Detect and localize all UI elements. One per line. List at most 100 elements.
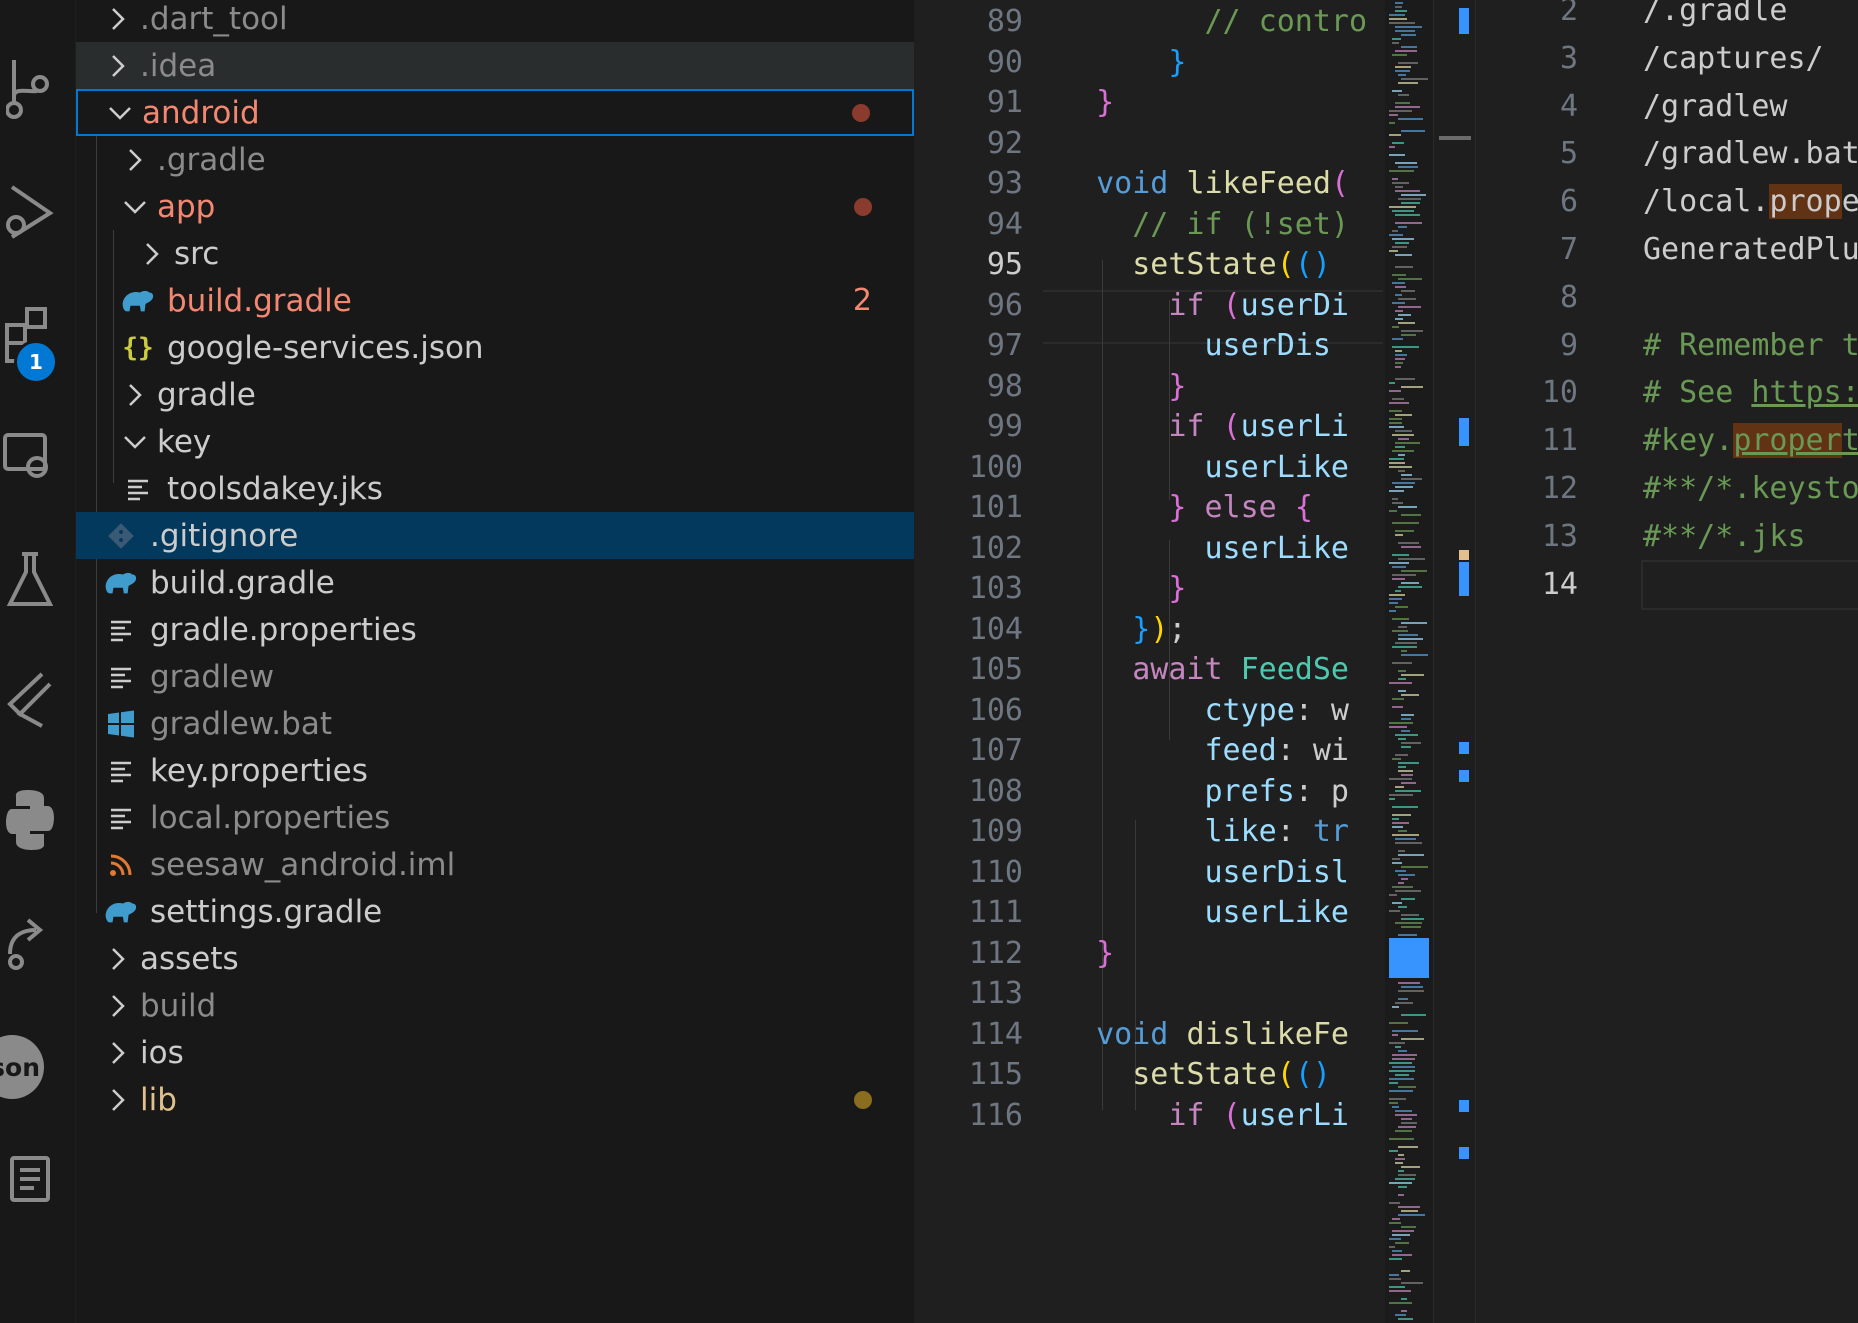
file-item[interactable]: key.properties bbox=[76, 747, 914, 794]
chevron-right-icon[interactable] bbox=[104, 53, 132, 79]
folder-item[interactable]: .dart_tool bbox=[76, 0, 914, 42]
file-item[interactable]: settings.gradle bbox=[76, 888, 914, 935]
chevron-right-icon[interactable] bbox=[104, 946, 132, 972]
minimap-line bbox=[1392, 450, 1414, 452]
folder-item[interactable]: assets bbox=[76, 935, 914, 982]
testing-icon[interactable] bbox=[0, 545, 60, 615]
chevron-right-icon[interactable] bbox=[104, 993, 132, 1019]
chevron-right-icon[interactable] bbox=[104, 1040, 132, 1066]
minimap-line bbox=[1401, 774, 1413, 776]
minimap-line bbox=[1389, 110, 1412, 112]
minimap-line bbox=[1398, 762, 1419, 764]
minimap-line bbox=[1395, 606, 1408, 608]
file-item[interactable]: seesaw_android.iml bbox=[76, 841, 914, 888]
code-token: : w bbox=[1294, 692, 1349, 728]
folder-item[interactable]: app bbox=[76, 183, 914, 230]
flutter-icon[interactable] bbox=[0, 665, 60, 735]
line-number: 8 bbox=[1559, 279, 1578, 315]
minimap-line bbox=[1398, 1086, 1416, 1088]
folder-item[interactable]: ios bbox=[76, 1029, 914, 1076]
tree-item-label: .dart_tool bbox=[140, 0, 288, 37]
remote-explorer-icon[interactable] bbox=[0, 420, 60, 490]
minimap-line bbox=[1398, 770, 1413, 772]
file-item[interactable]: build.gradle 2 bbox=[76, 277, 914, 324]
source-control-icon[interactable] bbox=[0, 55, 60, 125]
code-token: void bbox=[1060, 166, 1187, 201]
minimap-line bbox=[1389, 1098, 1406, 1100]
scrollbar-thumb[interactable] bbox=[1439, 136, 1471, 140]
code-token: await bbox=[1132, 652, 1241, 687]
code-token: userDis bbox=[1204, 328, 1331, 363]
minimap-line bbox=[1392, 834, 1419, 836]
chevron-right-icon[interactable] bbox=[121, 147, 149, 173]
minimap-line bbox=[1401, 582, 1419, 584]
minimap-line bbox=[1389, 726, 1407, 728]
python-icon[interactable] bbox=[0, 785, 60, 855]
run-debug-icon[interactable] bbox=[0, 178, 60, 248]
overview-ruler[interactable] bbox=[1433, 0, 1476, 1323]
file-item[interactable]: local.properties bbox=[76, 794, 914, 841]
file-item[interactable]: gradle.properties bbox=[76, 606, 914, 653]
file-item[interactable]: toolsdakey.jks bbox=[76, 465, 914, 512]
minimap-line bbox=[1395, 1046, 1401, 1048]
folder-item[interactable]: .idea bbox=[76, 42, 914, 89]
minimap-line bbox=[1389, 1274, 1399, 1276]
code-token: like bbox=[1204, 814, 1277, 849]
chevron-right-icon[interactable] bbox=[138, 241, 166, 267]
minimap-line bbox=[1389, 722, 1413, 724]
folder-item[interactable]: key bbox=[76, 418, 914, 465]
minimap-line bbox=[1398, 766, 1406, 768]
file-item[interactable]: gradlew bbox=[76, 653, 914, 700]
folder-item[interactable]: build bbox=[76, 982, 914, 1029]
minimap-line bbox=[1401, 674, 1424, 676]
minimap-line bbox=[1398, 998, 1408, 1000]
minimap-line bbox=[1395, 366, 1401, 368]
json-icon[interactable]: son bbox=[0, 1035, 44, 1099]
line-number: 2 bbox=[1559, 0, 1578, 28]
minimap-line bbox=[1389, 1258, 1402, 1260]
file-item[interactable]: {} google-services.json bbox=[76, 324, 914, 371]
chevron-right-icon[interactable] bbox=[104, 1087, 132, 1113]
code-token: setState bbox=[1132, 1057, 1277, 1092]
minimap-line bbox=[1395, 6, 1402, 8]
tree-item-label: toolsdakey.jks bbox=[167, 470, 383, 507]
editor-pane[interactable]: 89 90 91 92 93 94 95 96 97 98 99 100 101 102 103 104 105… bbox=[915, 0, 1385, 1323]
chevron-right-icon[interactable] bbox=[121, 382, 149, 408]
folder-item[interactable]: android bbox=[76, 89, 914, 136]
folder-item[interactable]: gradle bbox=[76, 371, 914, 418]
minimap-line bbox=[1395, 922, 1422, 924]
code-token: if bbox=[1168, 1097, 1223, 1133]
tree-item-label: gradlew.bat bbox=[150, 705, 332, 742]
minimap-selection bbox=[1389, 938, 1429, 978]
file-item[interactable]: gradlew.bat bbox=[76, 700, 914, 747]
chevron-down-icon[interactable] bbox=[121, 434, 149, 450]
tree-item-label: gradle bbox=[157, 376, 256, 413]
minimap-line bbox=[1389, 562, 1409, 564]
code-token: ; bbox=[1168, 611, 1187, 647]
live-share-icon[interactable] bbox=[0, 905, 60, 975]
file-item[interactable]: .gitignore bbox=[76, 512, 914, 559]
code-line: /.gradle bbox=[1643, 0, 1788, 35]
minimap-line bbox=[1398, 882, 1404, 884]
code-token: /.gradle bbox=[1643, 0, 1788, 28]
chevron-down-icon[interactable] bbox=[121, 199, 149, 215]
chevron-down-icon[interactable] bbox=[106, 105, 134, 121]
file-item[interactable]: build.gradle bbox=[76, 559, 914, 606]
minimap-line bbox=[1389, 1182, 1412, 1184]
minimap-line bbox=[1395, 1130, 1412, 1132]
minimap-line bbox=[1401, 546, 1421, 548]
folder-item[interactable]: src bbox=[76, 230, 914, 277]
minimap-line bbox=[1398, 1126, 1416, 1128]
gitignore-editor-pane[interactable]: 2 3 4 5 6 7 8 9 10 11 12 13 14 /.gradle/captures/ /gra… bbox=[1475, 0, 1858, 1323]
minimap[interactable] bbox=[1385, 0, 1433, 1323]
code-token: prefs bbox=[1204, 773, 1295, 809]
output-icon[interactable] bbox=[0, 1145, 60, 1215]
line-number: 9 bbox=[1559, 327, 1578, 363]
minimap-line bbox=[1398, 1170, 1404, 1172]
folder-item[interactable]: lib bbox=[76, 1076, 914, 1123]
git-icon bbox=[104, 522, 138, 549]
folder-item[interactable]: .gradle bbox=[76, 136, 914, 183]
chevron-right-icon[interactable] bbox=[104, 6, 132, 32]
code-token: #key. bbox=[1643, 423, 1734, 459]
